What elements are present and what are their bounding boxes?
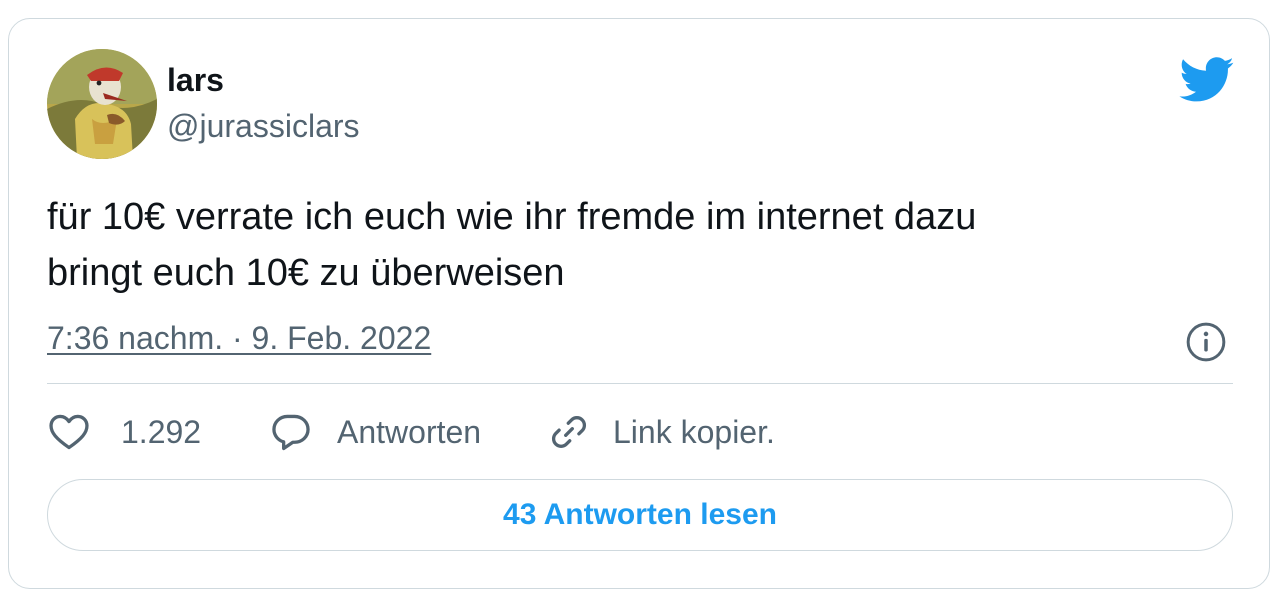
dinosaur-portrait-avatar-icon	[47, 49, 157, 159]
display-name[interactable]: lars	[167, 61, 224, 99]
tweet-card: lars @jurassiclars für 10€ verrate ich e…	[8, 18, 1270, 589]
reply-label: Antworten	[337, 414, 482, 450]
like-button[interactable]: 1.292	[47, 409, 201, 455]
action-bar: 1.292 Antworten Link kopier.	[47, 409, 1233, 455]
copy-link-button[interactable]: Link kopier.	[547, 409, 775, 455]
tweet-timestamp[interactable]: 7:36 nachm. · 9. Feb. 2022	[47, 319, 431, 357]
speech-bubble-icon	[272, 414, 310, 451]
avatar[interactable]	[47, 49, 157, 159]
tweet-text: für 10€ verrate ich euch wie ihr fremde …	[47, 189, 1227, 301]
info-icon[interactable]	[1185, 321, 1227, 363]
like-count: 1.292	[121, 414, 202, 450]
read-replies-button[interactable]: 43 Antworten lesen	[47, 479, 1233, 551]
heart-icon	[49, 414, 89, 450]
reply-button[interactable]: Antworten	[269, 409, 481, 455]
user-handle[interactable]: @jurassiclars	[167, 107, 360, 145]
link-icon	[551, 416, 587, 448]
divider	[47, 383, 1233, 384]
twitter-bird-icon[interactable]	[1179, 57, 1235, 103]
tweet-text-line: bringt euch 10€ zu überweisen	[47, 252, 565, 294]
copy-link-label: Link kopier.	[613, 414, 775, 450]
tweet-text-line: für 10€ verrate ich euch wie ihr fremde …	[47, 196, 977, 238]
